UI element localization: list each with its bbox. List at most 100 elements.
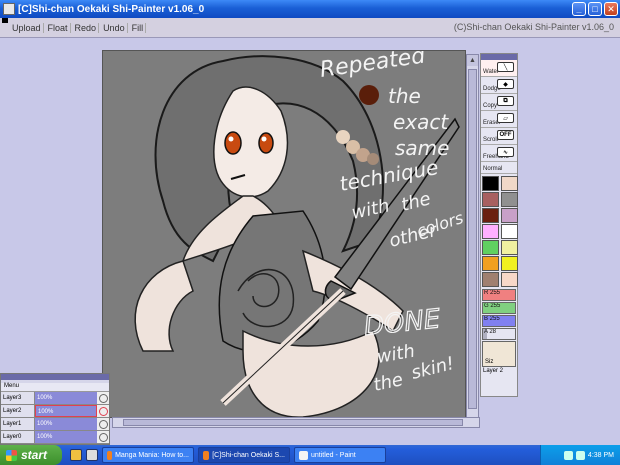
start-button[interactable]: start — [0, 445, 62, 465]
color-dot-brown — [359, 85, 379, 105]
current-layer-label: Layer 2 — [483, 368, 504, 374]
layer-list: Layer3 100% Layer2 100% Layer1 100% Layer0 100% — [1, 392, 109, 444]
layer-opacity[interactable]: 100% — [35, 405, 97, 417]
layer-name: Layer1 — [1, 418, 35, 430]
fill-button[interactable]: Fill — [130, 22, 147, 33]
layer-visibility-toggle[interactable] — [97, 392, 109, 404]
color-slider[interactable]: G 255 — [482, 302, 516, 314]
taskbar-item-oekaki[interactable]: [C]Shi-chan Oekaki S... — [198, 447, 290, 463]
visibility-icon — [98, 419, 108, 429]
tool-copy[interactable]: Copy ⧉ — [481, 94, 517, 111]
color-swatch[interactable] — [482, 240, 499, 255]
eraser-icon: ▱ — [497, 113, 514, 123]
taskbar: start Manga Mania: How to... [C]Shi-chan… — [0, 445, 620, 465]
layer-name: Layer2 — [1, 405, 35, 417]
windows-logo-icon — [6, 449, 17, 461]
firefox-icon — [107, 450, 113, 460]
slider-label: R 255 — [484, 290, 501, 296]
color-swatch[interactable] — [482, 176, 499, 191]
color-slider[interactable]: A 28 — [482, 328, 516, 340]
firefox-icon — [203, 450, 210, 460]
vertical-scroll-thumb[interactable] — [468, 69, 477, 409]
volume-icon[interactable] — [575, 450, 585, 460]
taskbar-item-label: [C]Shi-chan Oekaki S... — [212, 451, 285, 459]
version-label: (C)Shi-chan Oekaki Shi-Painter v1.06_0 — [453, 22, 614, 32]
undo-button[interactable]: Undo — [101, 22, 128, 33]
slider-label: A 28 — [484, 329, 497, 335]
layer-panel: Menu Layer3 100% Layer2 100% Layer1 100% Layer… — [0, 373, 110, 445]
maximize-button[interactable]: □ — [588, 2, 602, 16]
blend-mode-selector[interactable]: Normal — [481, 162, 517, 174]
color-slider[interactable]: B 255 — [482, 315, 516, 327]
layer-visibility-toggle[interactable] — [97, 418, 109, 430]
drawing-canvas[interactable]: Repeated the exact same technique with t… — [102, 50, 466, 418]
layer-menu-button[interactable]: Menu — [1, 383, 109, 392]
layer-visibility-toggle[interactable] — [97, 431, 109, 443]
layer-visibility-toggle[interactable] — [97, 405, 109, 417]
color-swatch[interactable] — [501, 192, 518, 207]
color-swatch[interactable] — [501, 240, 518, 255]
layer-row[interactable]: Layer3 100% — [1, 392, 109, 405]
window-titlebar: [C]Shi-chan Oekaki Shi-Painter v1.06_0 _… — [0, 0, 620, 18]
color-swatch[interactable] — [482, 224, 499, 239]
color-swatch[interactable] — [482, 272, 499, 287]
color-sliders: R 255 G 255 B 255 A 28 — [481, 289, 517, 340]
water-brush-icon: ╲ — [497, 62, 514, 72]
slider-label: B 255 — [484, 316, 500, 322]
layer-name: Layer0 — [1, 431, 35, 443]
color-swatch[interactable] — [482, 192, 499, 207]
start-label: start — [21, 448, 48, 462]
color-swatch[interactable] — [501, 256, 518, 271]
color-swatch[interactable] — [501, 176, 518, 191]
tool-scroll[interactable]: Scroll OFF — [481, 128, 517, 145]
slider-label: G 255 — [484, 303, 501, 309]
tool-copy-label: Copy — [483, 103, 498, 109]
layer-row[interactable]: Layer1 100% — [1, 418, 109, 431]
clock: 4:38 PM — [587, 451, 614, 459]
float-button[interactable]: Float — [46, 22, 71, 33]
color-swatch[interactable] — [501, 272, 518, 287]
color-swatch[interactable] — [482, 256, 499, 271]
visibility-icon — [98, 406, 108, 416]
color-slider[interactable]: R 255 — [482, 289, 516, 301]
app-icon — [3, 3, 15, 15]
canvas-text-2: the — [388, 84, 421, 108]
layer-name: Layer3 — [1, 392, 35, 404]
tool-eraser[interactable]: Eraser ▱ — [481, 111, 517, 128]
color-swatch[interactable] — [501, 208, 518, 223]
scroll-up-icon[interactable]: ▲ — [467, 55, 478, 66]
visibility-icon — [98, 432, 108, 442]
horizontal-scrollbar[interactable] — [112, 417, 480, 428]
brush-size-box[interactable]: Siz — [482, 341, 516, 367]
canvas-text-3: exact — [393, 110, 449, 134]
network-icon[interactable] — [563, 450, 573, 460]
taskbar-item-label: untitled - Paint — [311, 451, 356, 459]
tool-freehand[interactable]: Freehand ∿ — [481, 145, 517, 162]
layer-opacity[interactable]: 100% — [35, 431, 97, 443]
layer-opacity[interactable]: 100% — [35, 392, 97, 404]
layer-opacity[interactable]: 100% — [35, 418, 97, 430]
quicklaunch-desktop-icon[interactable] — [86, 449, 98, 461]
layer-panel-header[interactable] — [1, 374, 109, 380]
upload-button[interactable]: Upload — [10, 22, 44, 33]
vertical-scrollbar[interactable]: ▲ — [466, 54, 479, 418]
close-button[interactable]: ✕ — [604, 2, 618, 16]
redo-button[interactable]: Redo — [73, 22, 100, 33]
color-swatches — [481, 174, 518, 287]
dodge-icon: ◆ — [497, 79, 514, 89]
quicklaunch-browser-icon[interactable] — [70, 449, 82, 461]
taskbar-item-paint[interactable]: untitled - Paint — [294, 447, 386, 463]
horizontal-scroll-thumb[interactable] — [123, 419, 463, 426]
copy-icon: ⧉ — [497, 96, 514, 106]
minimize-button[interactable]: _ — [572, 2, 586, 16]
layer-row[interactable]: Layer2 100% — [1, 405, 109, 418]
color-swatch[interactable] — [501, 224, 518, 239]
brush-size-label: Siz — [485, 359, 494, 365]
layer-row[interactable]: Layer0 100% — [1, 431, 109, 444]
taskbar-item-browser[interactable]: Manga Mania: How to... — [102, 447, 194, 463]
tool-scroll-label: Scroll — [483, 137, 499, 143]
tool-water[interactable]: Water ╲ — [481, 60, 517, 77]
tool-dodge[interactable]: Dodge ◆ — [481, 77, 517, 94]
taskbar-item-label: Manga Mania: How to... — [115, 451, 189, 459]
color-swatch[interactable] — [482, 208, 499, 223]
